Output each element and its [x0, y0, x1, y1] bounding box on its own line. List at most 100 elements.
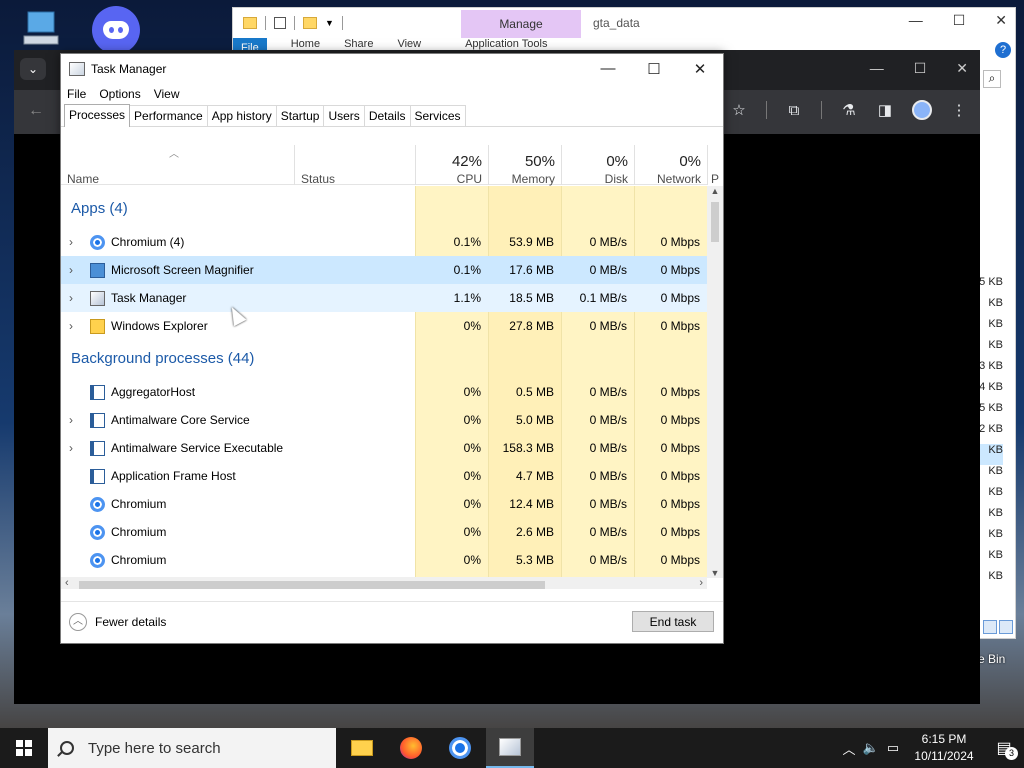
tab-startup[interactable]: Startup [275, 105, 325, 126]
vertical-scroll-thumb[interactable] [711, 202, 719, 242]
maximize-button[interactable]: ☐ [631, 54, 677, 83]
chromium-icon [449, 737, 471, 759]
table-row[interactable]: Application Frame Host 0% 4.7 MB 0 MB/s … [61, 462, 707, 490]
minimize-icon[interactable]: — [870, 60, 884, 77]
explorer-path-title: gta_data [593, 16, 640, 30]
column-memory[interactable]: 50% Memory [488, 145, 561, 186]
scroll-down-icon[interactable]: ▼ [707, 568, 723, 578]
table-row[interactable]: › Chromium (4) 0.1% 53.9 MB 0 MB/s 0 Mbp… [61, 228, 707, 256]
service-icon [90, 412, 105, 428]
volume-icon[interactable]: 🔈 [860, 740, 882, 756]
chromium-icon [90, 524, 105, 540]
column-status[interactable]: Status [295, 145, 415, 186]
end-task-button[interactable]: End task [632, 611, 714, 632]
table-row[interactable]: › Windows Explorer 0% 27.8 MB 0 MB/s 0 M… [61, 312, 707, 340]
more-menu-icon[interactable]: ⋮ [950, 101, 968, 119]
profile-avatar-icon[interactable] [912, 100, 932, 120]
task-manager-window: Task Manager — ☐ ✕ File Options View Pro… [60, 53, 724, 644]
side-panel-icon[interactable]: ◨ [876, 101, 894, 119]
taskbar-firefox[interactable] [387, 728, 435, 768]
vertical-scrollbar[interactable]: ▲ ▼ [707, 186, 723, 578]
horizontal-scrollbar[interactable]: ‹ › [61, 577, 707, 589]
tab-performance[interactable]: Performance [129, 105, 208, 126]
extensions-puzzle-icon[interactable]: ⧉ [785, 101, 803, 119]
taskbar-search-box[interactable]: Type here to search [48, 728, 336, 768]
column-cpu[interactable]: 42% CPU [415, 145, 488, 186]
tab-search-icon[interactable]: ⌄ [20, 58, 46, 80]
scroll-left-icon[interactable]: ‹ [65, 577, 69, 589]
column-name[interactable]: Name [61, 145, 294, 186]
expand-chevron-icon[interactable]: › [69, 413, 73, 427]
tab-users[interactable]: Users [323, 105, 365, 126]
clock-date: 10/11/2024 [914, 749, 974, 763]
view-toggle[interactable] [983, 620, 1013, 634]
file-explorer-icon [351, 740, 373, 756]
tab-details[interactable]: Details [363, 105, 411, 126]
maximize-icon[interactable]: ☐ [914, 60, 927, 77]
taskbar: Type here to search ︿ 🔈 ▭ 6:15 PM 10/11/… [0, 728, 1024, 768]
table-row[interactable]: › Task Manager 1.1% 18.5 MB 0.1 MB/s 0 M… [61, 284, 707, 312]
taskbar-task-manager[interactable] [486, 728, 534, 768]
back-arrow-icon[interactable]: ← [28, 102, 44, 120]
service-icon [90, 440, 105, 456]
minimize-button[interactable]: — [585, 54, 631, 83]
chevron-down-icon[interactable]: ▼ [325, 18, 334, 28]
close-icon[interactable]: ✕ [956, 60, 968, 77]
table-row[interactable]: › Antimalware Service Executable 0% 158.… [61, 434, 707, 462]
firefox-icon [400, 737, 422, 759]
expand-chevron-icon[interactable]: › [69, 291, 73, 305]
chromium-icon [90, 496, 105, 512]
expand-chevron-icon[interactable]: › [69, 263, 73, 277]
scroll-right-icon[interactable]: › [699, 577, 703, 589]
expand-chevron-icon[interactable]: › [69, 441, 73, 455]
taskbar-chromium[interactable] [436, 728, 484, 768]
clock[interactable]: 6:15 PM 10/11/2024 [904, 731, 984, 765]
column-headers: ︿ Name Status 42% CPU 50% Memory 0% Disk [61, 145, 719, 186]
properties-icon[interactable] [274, 17, 286, 29]
tab-services[interactable]: Services [409, 105, 466, 126]
tab-processes[interactable]: Processes [64, 104, 131, 127]
labs-flask-icon[interactable]: ⚗ [840, 101, 858, 119]
table-row[interactable]: Chromium 0% 12.4 MB 0 MB/s 0 Mbps [61, 490, 707, 518]
maximize-icon[interactable]: ☐ [953, 12, 966, 29]
network-icon[interactable]: ▭ [882, 740, 904, 756]
menu-view[interactable]: View [154, 87, 180, 101]
start-button[interactable] [0, 728, 48, 768]
tab-app-history[interactable]: App history [206, 105, 277, 126]
table-row-selected[interactable]: › Microsoft Screen Magnifier 0.1% 17.6 M… [61, 256, 707, 284]
notification-center-button[interactable]: ▤ 3 [984, 728, 1024, 768]
chromium-icon [90, 552, 105, 568]
close-button[interactable]: ✕ [677, 54, 723, 83]
chevron-up-icon[interactable]: ︿ [838, 739, 860, 758]
service-icon [90, 384, 105, 400]
expand-chevron-icon[interactable]: › [69, 235, 73, 249]
close-icon[interactable]: ✕ [995, 12, 1007, 29]
menu-file[interactable]: File [67, 87, 86, 101]
expand-chevron-icon[interactable]: › [69, 319, 73, 333]
new-folder-icon[interactable] [303, 17, 317, 29]
table-row[interactable]: Chromium 0% 2.6 MB 0 MB/s 0 Mbps [61, 518, 707, 546]
manage-context-tab[interactable]: Manage [461, 10, 581, 38]
search-icon[interactable]: ⌕ [983, 70, 1001, 88]
column-disk[interactable]: 0% Disk [561, 145, 634, 186]
minimize-icon[interactable]: — [909, 12, 923, 29]
large-icons-view-icon[interactable] [999, 620, 1013, 634]
task-manager-icon [499, 738, 521, 756]
horizontal-scroll-thumb[interactable] [79, 581, 545, 589]
table-row[interactable]: › Antimalware Core Service 0% 5.0 MB 0 M… [61, 406, 707, 434]
fewer-details-button[interactable]: ︿ Fewer details [69, 613, 166, 631]
window-title: Task Manager [91, 61, 167, 76]
taskbar-file-explorer[interactable] [338, 728, 386, 768]
this-pc-desktop-icon[interactable] [22, 8, 70, 48]
bookmark-star-icon[interactable]: ☆ [730, 101, 748, 119]
table-row[interactable]: AggregatorHost 0% 0.5 MB 0 MB/s 0 Mbps [61, 378, 707, 406]
discord-desktop-icon[interactable] [92, 6, 140, 54]
details-view-icon[interactable] [983, 620, 997, 634]
column-network[interactable]: 0% Network [634, 145, 707, 186]
scroll-up-icon[interactable]: ▲ [707, 186, 723, 196]
help-icon[interactable]: ? [995, 42, 1011, 58]
table-row[interactable]: Chromium 0% 5.3 MB 0 MB/s 0 Mbps [61, 546, 707, 574]
menu-options[interactable]: Options [99, 87, 140, 101]
column-power[interactable]: P [707, 145, 723, 186]
process-list: Apps (4) › Chromium (4) 0.1% 53.9 MB 0 M… [61, 186, 707, 578]
